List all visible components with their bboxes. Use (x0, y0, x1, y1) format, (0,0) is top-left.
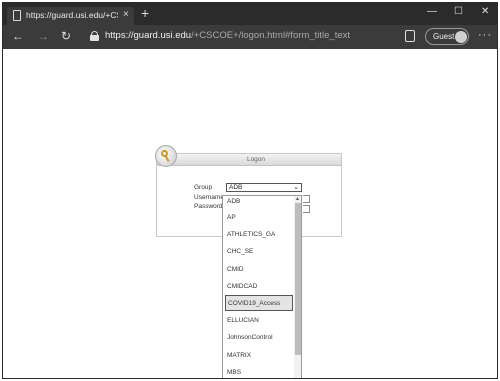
group-label: Group (194, 184, 213, 191)
forward-button[interactable]: → (37, 29, 49, 43)
logon-title: Logon (246, 156, 266, 163)
dropdown-option[interactable]: ELLUCIAN (225, 313, 293, 329)
dropdown-option[interactable]: MBS (225, 365, 293, 378)
profile-label: Guest (433, 32, 455, 41)
password-label: Password (194, 203, 223, 210)
dropdown-option[interactable]: JohnsonControl (225, 330, 293, 346)
username-label: Username (194, 194, 224, 201)
document-icon (13, 10, 21, 21)
dropdown-option[interactable]: CMIDCAD (225, 279, 293, 295)
avatar-icon (455, 31, 467, 43)
username-field[interactable] (303, 195, 310, 203)
dropdown-option[interactable]: MATRIX (225, 348, 293, 364)
address-toolbar: ← → ↻ https://guard.usi.edu/+CSCOE+/logo… (3, 25, 497, 49)
title-bar: https://guard.usi.edu/+CSCOE+/logon × + … (3, 3, 497, 25)
url-path: /+CSCOE+/logon.html#form_title_text (191, 30, 351, 41)
lock-icon[interactable] (90, 31, 99, 41)
refresh-button[interactable]: ↻ (61, 29, 71, 43)
group-selected-value: ADB (229, 184, 243, 191)
new-tab-button[interactable]: + (141, 6, 149, 20)
key-icon (155, 145, 177, 167)
browser-window: https://guard.usi.edu/+CSCOE+/logon × + … (2, 2, 498, 379)
browser-tab[interactable]: https://guard.usi.edu/+CSCOE+/logon × (7, 7, 134, 25)
dropdown-option[interactable]: ATHLETICS_GA (225, 227, 293, 243)
group-select[interactable]: ADB ⌄ (226, 183, 302, 192)
dropdown-scrollbar[interactable]: ▲ (294, 196, 301, 378)
tab-title: https://guard.usi.edu/+CSCOE+/logon (26, 10, 118, 20)
dropdown-option-highlighted[interactable]: COVID19_Access (225, 295, 293, 311)
maximize-button[interactable]: ☐ (454, 7, 463, 17)
profile-button[interactable]: Guest (425, 28, 469, 45)
more-menu-button[interactable]: ··· (478, 29, 492, 41)
dropdown-option[interactable]: CMID (225, 262, 293, 278)
dropdown-option[interactable]: CHC_SE (225, 244, 293, 260)
reading-view-icon[interactable] (405, 30, 415, 42)
dropdown-option[interactable]: AP (225, 210, 293, 226)
scroll-up-icon[interactable]: ▲ (295, 196, 300, 202)
chevron-down-icon: ⌄ (293, 184, 299, 191)
close-window-button[interactable]: ✕ (481, 7, 489, 17)
url-host: https://guard.usi.edu (105, 30, 192, 41)
dropdown-option[interactable]: ADB (225, 196, 293, 210)
logon-header: Logon (157, 154, 341, 166)
back-button[interactable]: ← (12, 29, 24, 43)
tab-close-button[interactable]: × (123, 9, 129, 20)
minimize-button[interactable]: — (427, 7, 437, 17)
scrollbar-thumb[interactable] (295, 203, 301, 355)
address-bar[interactable]: https://guard.usi.edu/+CSCOE+/logon.html… (105, 30, 350, 41)
password-field[interactable] (303, 205, 310, 213)
group-dropdown-list[interactable]: ADB AP ATHLETICS_GA CHC_SE CMID CMIDCAD … (222, 195, 302, 378)
